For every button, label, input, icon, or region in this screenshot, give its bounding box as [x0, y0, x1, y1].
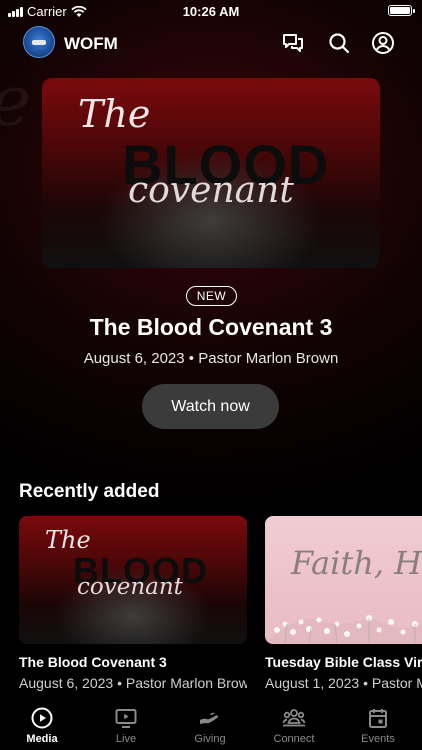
chat-icon[interactable] — [281, 31, 305, 55]
tab-media[interactable]: Media — [0, 706, 84, 745]
tab-label: Media — [26, 733, 58, 745]
meta-separator: • — [117, 675, 122, 691]
calendar-icon — [369, 709, 387, 728]
battery-icon — [388, 5, 415, 16]
media-card-meta: August 6, 2023 • Pastor Marlon Brown — [19, 675, 247, 691]
media-card-speaker: Pastor Marlon Brown — [371, 675, 422, 691]
tab-live[interactable]: Live — [84, 706, 168, 745]
section-title-recently-added: Recently added — [19, 481, 160, 502]
hero-title: The Blood Covenant 3 — [89, 314, 333, 340]
tab-label: Connect — [273, 733, 315, 745]
play-circle-icon — [31, 707, 53, 729]
media-card-title[interactable]: The Blood Covenant 3 — [19, 654, 247, 670]
search-icon[interactable] — [327, 31, 351, 55]
status-bar: Carrier 10:26 AM — [0, 0, 422, 22]
media-card-thumbnail[interactable]: Faith, Hope — [265, 516, 422, 644]
app-screen: e Carrier 10:26 AM WOFM — [0, 0, 422, 750]
church-logo-avatar[interactable] — [23, 26, 55, 58]
media-card-date: August 6, 2023 — [19, 675, 114, 691]
media-card-title[interactable]: Tuesday Bible Class Virtual — [265, 654, 422, 670]
tab-connect[interactable]: Connect — [252, 706, 336, 745]
group-icon — [282, 709, 306, 727]
meta-separator: • — [188, 350, 195, 367]
hero-date: August 6, 2023 — [83, 350, 185, 367]
media-card-speaker: Pastor Marlon Brown — [125, 675, 247, 691]
background-decoration: e — [0, 60, 31, 142]
media-card-thumbnail[interactable]: The BLOOD covenant — [19, 516, 247, 644]
status-time: 10:26 AM — [182, 4, 240, 19]
artwork-text-covenant: covenant — [77, 574, 183, 600]
tab-label: Giving — [194, 733, 226, 745]
watch-now-button[interactable]: Watch now — [142, 384, 279, 429]
tab-giving[interactable]: Giving — [168, 706, 252, 745]
tab-label: Live — [115, 733, 137, 745]
media-card[interactable]: The BLOOD covenant The Blood Covenant 3 … — [19, 516, 247, 691]
meta-separator: • — [363, 675, 368, 691]
tab-label: Events — [361, 733, 395, 745]
artwork-text-the: The — [78, 92, 151, 136]
tab-bar: Media Live Giving Connect Events — [0, 700, 422, 750]
tab-events[interactable]: Events — [336, 706, 420, 745]
hero-speaker: Pastor Marlon Brown — [198, 350, 339, 367]
app-title: WOFM — [64, 34, 118, 53]
tv-play-icon — [115, 709, 137, 728]
media-card-date: August 1, 2023 — [265, 675, 360, 691]
media-card-meta: August 1, 2023 • Pastor Marlon Brown — [265, 675, 422, 691]
flowers-decoration — [265, 615, 422, 644]
artwork-text-faith-hope: Faith, Hope — [291, 544, 422, 582]
giving-hand-icon — [200, 712, 219, 724]
hero-artwork[interactable]: The BLOOD covenant — [42, 78, 380, 268]
hero-meta: August 6, 2023 • Pastor Marlon Brown — [0, 350, 422, 367]
new-badge: NEW — [186, 286, 237, 306]
media-card[interactable]: Faith, Hope Tuesday Bible Class V — [265, 516, 422, 691]
app-header: WOFM — [0, 26, 422, 60]
profile-icon[interactable] — [371, 31, 395, 55]
artwork-text-covenant: covenant — [128, 170, 294, 211]
